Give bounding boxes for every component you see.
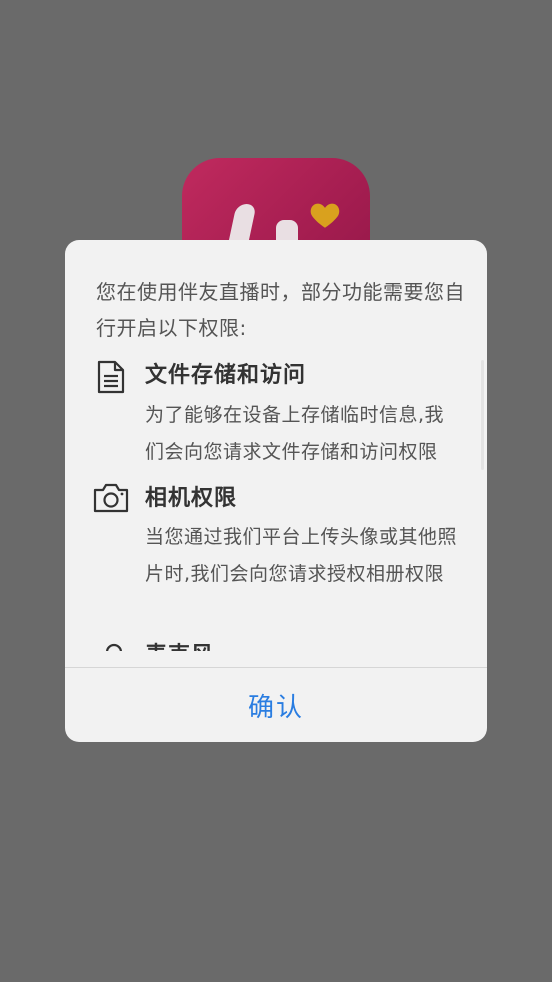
heart-icon <box>310 203 340 228</box>
permission-dialog: 您在使用伴友直播时，部分功能需要您自行开启以下权限: 文件存储和访问 为了能够在… <box>65 240 487 742</box>
permission-description: 当您通过我们平台上传头像或其他照片时,我们会向您请求授权相册权限 <box>145 526 458 585</box>
permission-title: 麦克风 <box>145 641 214 651</box>
permission-title: 相机权限 <box>145 486 238 511</box>
dialog-intro-text: 您在使用伴友直播时，部分功能需要您自行开启以下权限: <box>96 280 465 340</box>
scrollbar[interactable] <box>481 360 484 470</box>
microphone-icon <box>105 643 123 651</box>
permission-description: 为了能够在设备上存储临时信息,我们会向您请求文件存储和访问权限 <box>145 404 445 463</box>
camera-icon <box>93 483 129 513</box>
document-icon <box>97 360 125 394</box>
permission-list-scroll[interactable]: 您在使用伴友直播时，部分功能需要您自行开启以下权限: 文件存储和访问 为了能够在… <box>65 240 487 651</box>
permission-title: 文件存储和访问 <box>145 363 307 388</box>
confirm-button[interactable]: 确认 <box>65 668 487 742</box>
